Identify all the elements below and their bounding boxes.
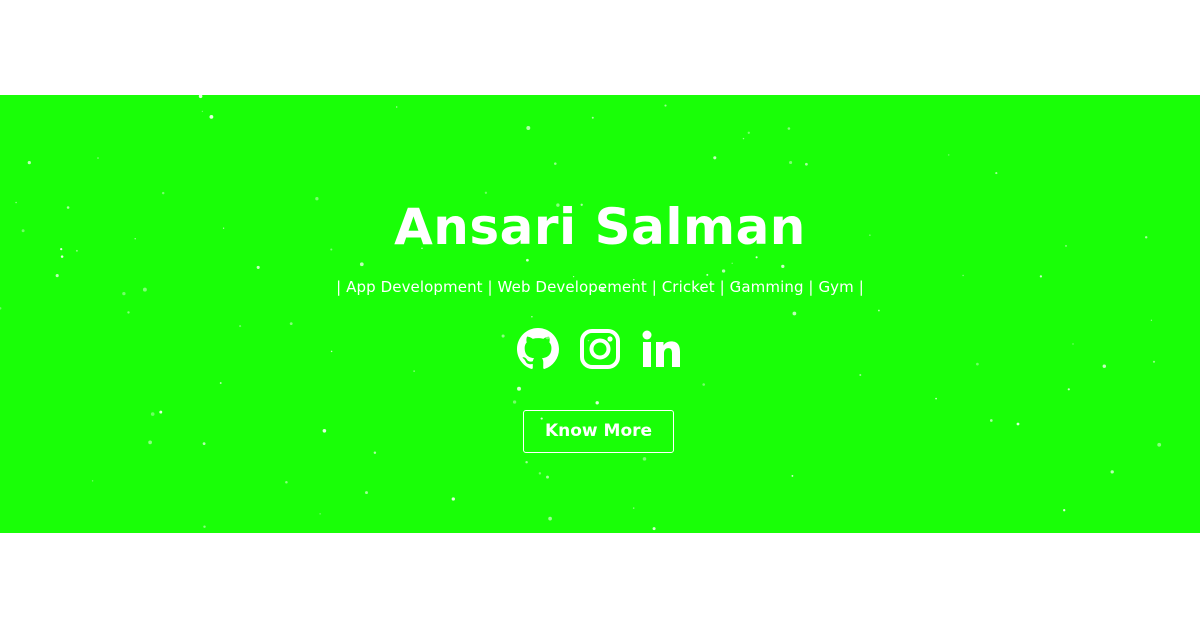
github-link[interactable] <box>517 328 559 370</box>
social-links <box>0 328 1200 372</box>
instagram-link[interactable] <box>579 328 621 370</box>
hero-content: Ansari Salman | App Development | Web De… <box>0 95 1200 533</box>
instagram-icon <box>580 329 620 369</box>
hero-name: Ansari Salman <box>394 198 806 256</box>
github-icon <box>517 328 559 369</box>
hero-banner: Ansari Salman | App Development | Web De… <box>0 95 1200 533</box>
hero-tagline: | App Development | Web Developement | C… <box>336 278 864 296</box>
linkedin-icon <box>642 330 680 367</box>
linkedin-link[interactable] <box>641 328 683 370</box>
page: Ansari Salman | App Development | Web De… <box>0 0 1200 630</box>
know-more-button[interactable]: Know More <box>523 410 674 453</box>
